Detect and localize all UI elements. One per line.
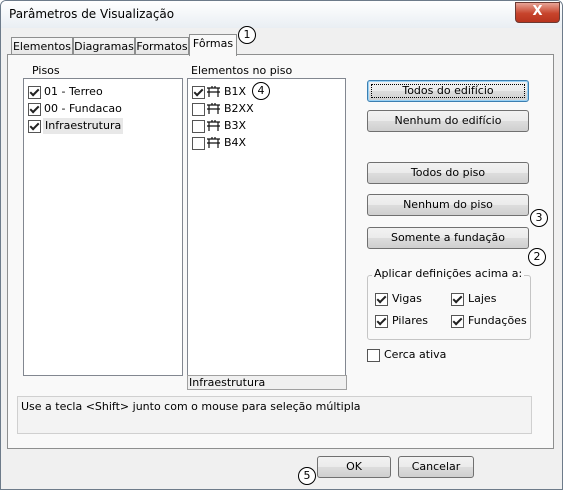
checkbox-box[interactable] <box>451 293 464 306</box>
tab-formas[interactable]: Fôrmas <box>189 34 237 56</box>
button-label: Somente a fundação <box>390 231 506 244</box>
checkbox-box[interactable] <box>375 293 388 306</box>
list-item[interactable]: B3X <box>192 118 272 134</box>
list-item-label: B4X <box>224 136 247 149</box>
pisos-label: Pisos <box>32 64 60 77</box>
tab-label: Diagramas <box>74 40 134 53</box>
checkbox-box[interactable] <box>375 315 388 328</box>
button-label: Cancelar <box>411 460 461 473</box>
elementos-list[interactable]: B1X B2XX B3X B4X <box>187 78 346 376</box>
todos-do-edificio-button[interactable]: Todos do edifício <box>367 80 529 102</box>
lajes-checkbox[interactable]: Lajes <box>451 291 521 307</box>
list-item[interactable]: B4X <box>192 135 272 151</box>
tab-label: Elementos <box>12 40 71 53</box>
checkbox-label: Cerca ativa <box>384 348 447 361</box>
somente-a-fundacao-button[interactable]: Somente a fundação <box>367 227 529 249</box>
piso-checkbox[interactable] <box>28 120 41 133</box>
fundacoes-checkbox[interactable]: Fundações <box>451 313 527 329</box>
apply-group-title: Aplicar definições acima a: <box>372 267 525 280</box>
element-checkbox[interactable] <box>192 137 205 150</box>
apply-group <box>367 275 531 340</box>
element-checkbox[interactable] <box>192 103 205 116</box>
piso-checkbox[interactable] <box>28 103 41 116</box>
list-item-label: 01 - Terreo <box>44 85 103 98</box>
vigas-checkbox[interactable]: Vigas <box>375 291 445 307</box>
status-text: Infraestrutura <box>189 376 266 389</box>
close-button[interactable]: X <box>515 2 560 23</box>
button-label: Nenhum do edifício <box>394 114 502 127</box>
button-label: OK <box>346 460 362 473</box>
callout-marker-3: 3 <box>530 209 548 227</box>
callout-marker-5: 5 <box>298 467 316 485</box>
tab-panel-formas: Pisos 01 - Terreo 00 - Fundacao Infraest… <box>7 54 554 449</box>
callout-marker-2: 2 <box>528 248 546 266</box>
beam-icon <box>207 137 220 148</box>
button-label: Nenhum do piso <box>403 198 493 211</box>
elementos-label: Elementos no piso <box>191 64 293 77</box>
beam-icon <box>207 86 220 97</box>
cancel-button[interactable]: Cancelar <box>398 456 474 478</box>
window-title: Parâmetros de Visualização <box>9 7 175 21</box>
callout-marker-1: 1 <box>238 26 256 44</box>
list-item-label: 00 - Fundacao <box>44 102 122 115</box>
title-bar[interactable]: Parâmetros de Visualização X <box>1 1 562 28</box>
nenhum-do-piso-button[interactable]: Nenhum do piso <box>367 194 529 216</box>
checkbox-box[interactable] <box>367 349 380 362</box>
hint-box: Use a tecla <Shift> junto com o mouse pa… <box>17 396 532 434</box>
checkbox-label: Lajes <box>468 292 497 305</box>
checkbox-label: Fundações <box>468 314 527 327</box>
pilares-checkbox[interactable]: Pilares <box>375 313 445 329</box>
ok-button[interactable]: OK <box>317 456 391 478</box>
checkbox-box[interactable] <box>451 315 464 328</box>
button-label: Todos do piso <box>410 166 486 179</box>
callout-marker-4: 4 <box>252 82 270 100</box>
hint-text: Use a tecla <Shift> junto com o mouse pa… <box>21 400 361 413</box>
checkbox-label: Vigas <box>392 292 422 305</box>
tab-label: Formatos <box>136 40 188 53</box>
close-icon: X <box>532 4 543 19</box>
beam-icon <box>207 103 220 114</box>
list-item[interactable]: 01 - Terreo <box>28 84 178 100</box>
pisos-list[interactable]: 01 - Terreo 00 - Fundacao Infraestrutura <box>23 78 183 376</box>
element-checkbox[interactable] <box>192 86 205 99</box>
tab-label: Fôrmas <box>192 37 234 50</box>
list-item-label: B1X <box>224 85 247 98</box>
list-item-label: B2XX <box>224 102 254 115</box>
todos-do-piso-button[interactable]: Todos do piso <box>367 162 529 184</box>
dialog-window: Parâmetros de Visualização X Elementos D… <box>0 0 563 490</box>
list-item-label: Infraestrutura <box>43 118 124 134</box>
list-item[interactable]: 00 - Fundacao <box>28 101 178 117</box>
nenhum-do-edificio-button[interactable]: Nenhum do edifício <box>367 110 529 132</box>
elementos-status: Infraestrutura <box>187 375 347 390</box>
element-checkbox[interactable] <box>192 120 205 133</box>
cerca-ativa-checkbox[interactable]: Cerca ativa <box>367 347 457 363</box>
list-item-label: B3X <box>224 119 247 132</box>
list-item[interactable]: B2XX <box>192 101 272 117</box>
checkbox-label: Pilares <box>392 314 429 327</box>
beam-icon <box>207 120 220 131</box>
list-item-selected[interactable]: Infraestrutura <box>28 118 178 134</box>
piso-checkbox[interactable] <box>28 86 41 99</box>
focus-rect <box>371 84 525 98</box>
